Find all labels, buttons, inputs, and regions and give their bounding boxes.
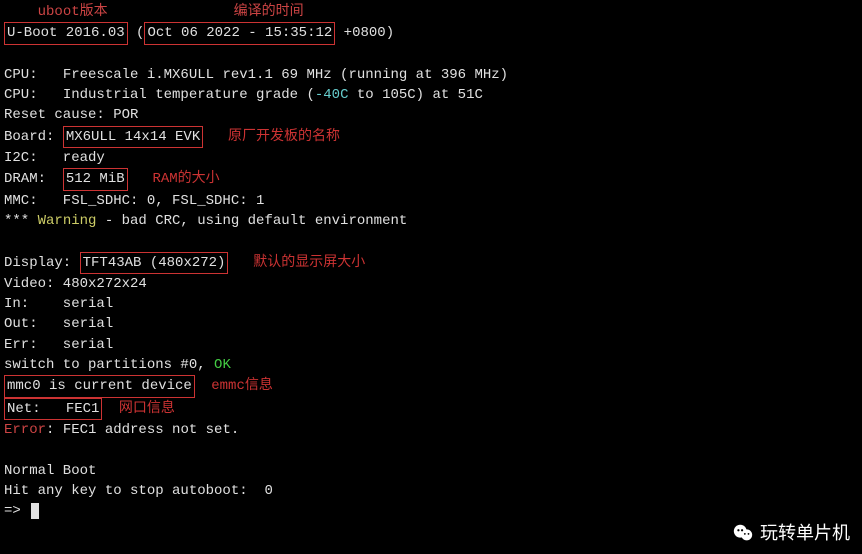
annot-uboot-version: uboot版本 xyxy=(38,4,108,20)
video-line: Video: 480x272x24 xyxy=(4,274,858,294)
out-line: Out: serial xyxy=(4,314,858,334)
ok-text: OK xyxy=(214,357,231,373)
display-box: TFT43AB (480x272) xyxy=(80,252,229,274)
reset-line: Reset cause: POR xyxy=(4,105,858,125)
mmc0-box: mmc0 is current device xyxy=(4,375,195,397)
temp-low: -40C xyxy=(315,87,349,103)
warning-line: *** Warning - bad CRC, using default env… xyxy=(4,211,858,231)
in-line: In: serial xyxy=(4,294,858,314)
normal-boot-line: Normal Boot xyxy=(4,461,858,481)
autoboot-line: Hit any key to stop autoboot: 0 xyxy=(4,481,858,501)
annot-emmc: emmc信息 xyxy=(211,378,273,394)
board-line: Board: MX6ULL 14x14 EVK 原厂开发板的名称 xyxy=(4,126,858,148)
prompt-line[interactable]: => xyxy=(4,501,858,521)
error-label: Error xyxy=(4,422,46,438)
net-line: Net: FEC1 网口信息 xyxy=(4,398,858,420)
annot-display: 默认的显示屏大小 xyxy=(253,255,365,271)
net-box: Net: FEC1 xyxy=(4,398,102,420)
uboot-date-box: Oct 06 2022 - 15:35:12 xyxy=(144,22,335,44)
uboot-version-box: U-Boot 2016.03 xyxy=(4,22,128,44)
dram-line: DRAM: 512 MiB RAM的大小 xyxy=(4,168,858,190)
watermark-text: 玩转单片机 xyxy=(760,520,850,546)
i2c-line: I2C: ready xyxy=(4,148,858,168)
cpu-line-1: CPU: Freescale i.MX6ULL rev1.1 69 MHz (r… xyxy=(4,65,858,85)
err-line: Err: serial xyxy=(4,335,858,355)
annot-ram: RAM的大小 xyxy=(152,171,219,187)
cpu-line-2: CPU: Industrial temperature grade (-40C … xyxy=(4,85,858,105)
switch-line: switch to partitions #0, OK xyxy=(4,355,858,375)
mmc0-line: mmc0 is current device emmc信息 xyxy=(4,375,858,397)
warning-word: Warning xyxy=(38,213,97,229)
error-line: Error: FEC1 address not set. xyxy=(4,420,858,440)
wechat-icon xyxy=(732,522,754,544)
board-box: MX6ULL 14x14 EVK xyxy=(63,126,203,148)
annot-board: 原厂开发板的名称 xyxy=(228,129,340,145)
annot-net: 网口信息 xyxy=(119,401,175,417)
annot-compile-time: 编译的时间 xyxy=(234,4,304,20)
cursor xyxy=(31,503,39,519)
watermark: 玩转单片机 xyxy=(732,520,850,546)
dram-box: 512 MiB xyxy=(63,168,128,190)
mmc-line: MMC: FSL_SDHC: 0, FSL_SDHC: 1 xyxy=(4,191,858,211)
display-line: Display: TFT43AB (480x272) 默认的显示屏大小 xyxy=(4,252,858,274)
uboot-line: U-Boot 2016.03 (Oct 06 2022 - 15:35:12 +… xyxy=(4,22,858,44)
